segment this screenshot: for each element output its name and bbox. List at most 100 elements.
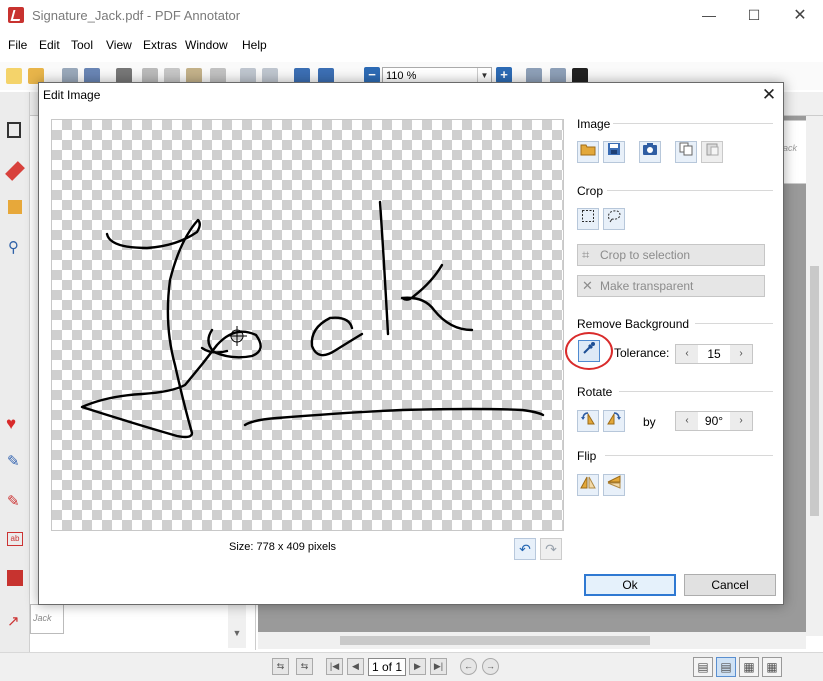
status-bar: ⇆ ⇆ |◀ ◀ 1 of 1 ▶ ▶| ← → ▤ ▤ ▦ ▦: [0, 652, 823, 681]
rotate-angle-value[interactable]: 90°: [698, 412, 730, 430]
thumbnail-panel: Jack: [30, 600, 256, 650]
cancel-button[interactable]: Cancel: [684, 574, 776, 596]
lasso-select-icon[interactable]: [603, 208, 625, 230]
image-size-label: Size: 778 x 409 pixels: [229, 541, 337, 553]
section-divider: [605, 455, 773, 456]
next-page-button[interactable]: ▶: [409, 658, 426, 675]
thumbnail-scrollbar[interactable]: ▼: [228, 602, 246, 648]
rotate-angle-stepper[interactable]: ‹ 90° ›: [675, 411, 753, 431]
rectangle-select-icon[interactable]: [577, 208, 599, 230]
window-title: Signature_Jack.pdf - PDF Annotator: [32, 8, 241, 23]
menu-bar: File Edit Tool View Extras Window Help: [0, 34, 823, 58]
stamp-icon[interactable]: [7, 570, 23, 586]
menu-view[interactable]: View: [106, 38, 132, 52]
increase-tolerance-button[interactable]: ›: [730, 345, 752, 363]
section-flip: Flip: [577, 449, 597, 463]
tolerance-value[interactable]: 15: [698, 345, 730, 363]
menu-file[interactable]: File: [8, 38, 27, 52]
x-icon: ✕: [582, 278, 593, 293]
flip-vertical-icon[interactable]: [603, 474, 625, 496]
paste-icon: [701, 141, 723, 163]
page-thumbnail[interactable]: Jack: [30, 604, 64, 634]
arrow-icon[interactable]: ↗: [7, 612, 27, 632]
ok-button[interactable]: Ok: [584, 574, 676, 596]
last-page-button[interactable]: ▶|: [430, 658, 447, 675]
page-preview: ack: [782, 120, 808, 184]
camera-icon[interactable]: [639, 141, 661, 163]
two-page-continuous-view-button[interactable]: ▦: [762, 657, 782, 677]
menu-edit[interactable]: Edit: [39, 38, 60, 52]
prev-document-icon[interactable]: ⇆: [272, 658, 289, 675]
section-crop: Crop: [577, 184, 604, 198]
horizontal-scrollbar[interactable]: [258, 632, 806, 649]
increase-angle-button[interactable]: ›: [730, 412, 752, 430]
favorite-heart-icon[interactable]: ♥: [6, 414, 26, 434]
decrease-tolerance-button[interactable]: ‹: [676, 345, 698, 363]
section-image: Image: [577, 117, 611, 131]
flip-horizontal-icon[interactable]: [577, 474, 599, 496]
note-icon[interactable]: [8, 200, 22, 214]
pen-blue-icon[interactable]: ✎: [7, 452, 27, 472]
folder-icon[interactable]: [577, 141, 599, 163]
attachment-icon[interactable]: ⚲: [8, 238, 28, 258]
section-divider: [619, 391, 773, 392]
crosshair-cursor: [227, 326, 247, 346]
redo-icon: ↷: [540, 538, 562, 560]
make-transparent-button: ✕ Make transparent: [577, 275, 765, 297]
rotate-right-icon[interactable]: [603, 410, 625, 432]
horizontal-scroll-thumb[interactable]: [340, 636, 650, 645]
title-bar: Signature_Jack.pdf - PDF Annotator — ☐ ✕: [0, 0, 823, 32]
next-document-icon[interactable]: ⇆: [296, 658, 313, 675]
highlight-ring: [565, 332, 613, 370]
new-document-icon[interactable]: [6, 68, 22, 84]
dialog-close-button[interactable]: ✕: [757, 84, 781, 106]
continuous-view-button[interactable]: ▤: [716, 657, 736, 677]
zoom-out-button[interactable]: −: [364, 67, 380, 83]
zoom-in-button[interactable]: +: [496, 67, 512, 83]
rotate-left-icon[interactable]: [577, 410, 599, 432]
section-remove-background: Remove Background: [577, 317, 690, 331]
single-page-view-button[interactable]: ▤: [693, 657, 713, 677]
save-icon[interactable]: [603, 141, 625, 163]
maximize-button[interactable]: ☐: [731, 0, 777, 31]
copy-icon[interactable]: [675, 141, 697, 163]
zoom-value: 110 %: [386, 70, 417, 82]
two-page-view-button[interactable]: ▦: [739, 657, 759, 677]
text-box-icon[interactable]: ab: [7, 532, 23, 546]
crop-to-selection-button: ⌗ Crop to selection: [577, 244, 765, 266]
menu-help[interactable]: Help: [242, 38, 267, 52]
page-thumbnail-text: Jack: [33, 613, 52, 623]
section-divider: [607, 190, 773, 191]
menu-tool[interactable]: Tool: [71, 38, 93, 52]
menu-window[interactable]: Window: [185, 38, 228, 52]
page-preview-text: ack: [783, 143, 798, 153]
crop-to-selection-label: Crop to selection: [600, 248, 691, 262]
close-window-button[interactable]: ✕: [777, 0, 823, 31]
pen-icon[interactable]: [5, 161, 25, 181]
edit-image-dialog: Edit Image ✕ Size: 778 x 409 pixels ↶ ↷ …: [38, 82, 784, 605]
section-divider: [695, 323, 773, 324]
menu-extras[interactable]: Extras: [143, 38, 177, 52]
pdf-annotator-app-icon: [8, 7, 24, 23]
image-canvas[interactable]: [51, 119, 564, 531]
tolerance-stepper[interactable]: ‹ 15 ›: [675, 344, 753, 364]
back-icon[interactable]: ←: [460, 658, 477, 675]
left-sidebar-strip: ⚲ ♥ ✎ ✎ ab ↗: [0, 92, 30, 652]
section-rotate: Rotate: [577, 385, 613, 399]
page-number-field[interactable]: 1 of 1: [368, 658, 406, 676]
dialog-title: Edit Image: [43, 88, 101, 102]
vertical-scrollbar[interactable]: [806, 116, 823, 636]
forward-icon[interactable]: →: [482, 658, 499, 675]
minimize-button[interactable]: —: [686, 0, 732, 31]
vertical-scroll-thumb[interactable]: [810, 266, 819, 516]
signature-image: [80, 200, 545, 439]
decrease-angle-button[interactable]: ‹: [676, 412, 698, 430]
undo-icon[interactable]: ↶: [514, 538, 536, 560]
page-icon[interactable]: [7, 122, 21, 138]
section-divider: [613, 123, 773, 124]
first-page-button[interactable]: |◀: [326, 658, 343, 675]
previous-page-button[interactable]: ◀: [347, 658, 364, 675]
marker-icon[interactable]: ✎: [7, 492, 27, 512]
chevron-down-icon[interactable]: ▼: [228, 628, 246, 638]
tolerance-label: Tolerance:: [614, 346, 670, 360]
